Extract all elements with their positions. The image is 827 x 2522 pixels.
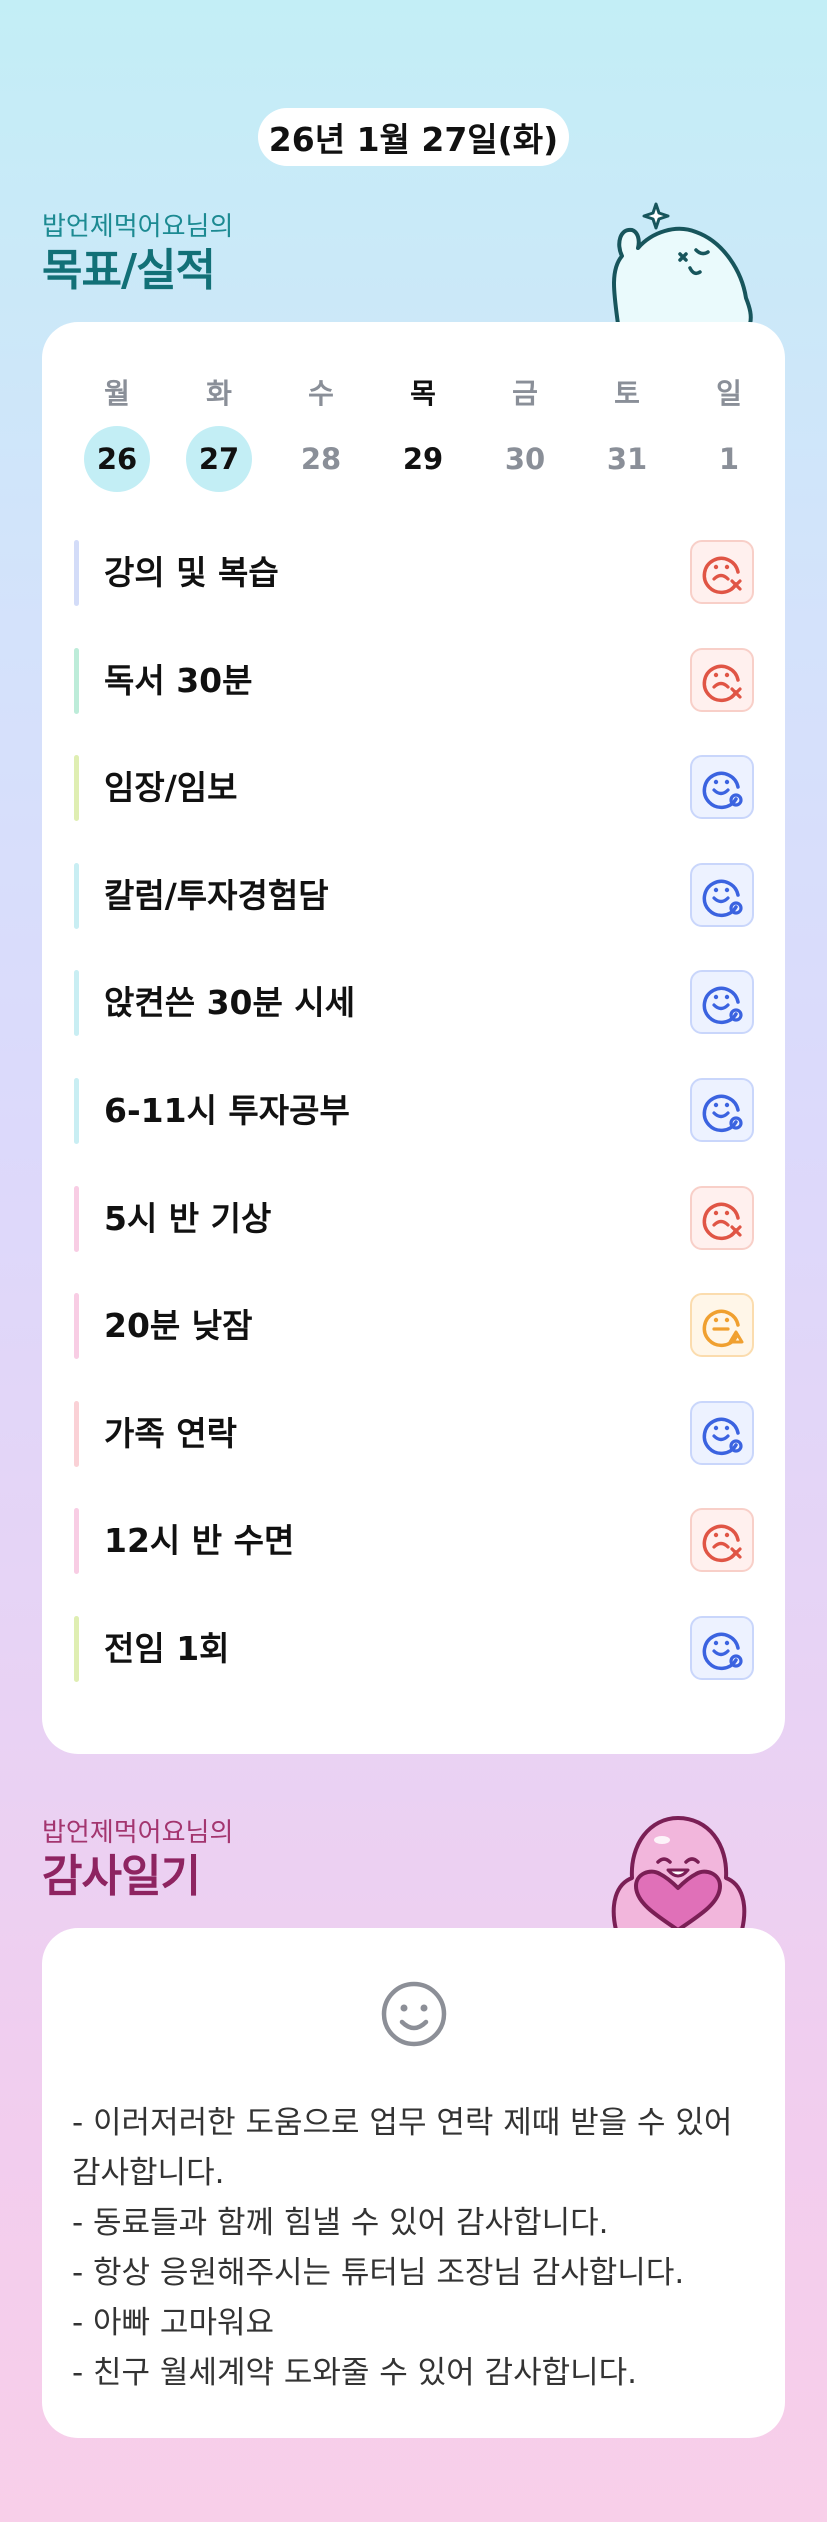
goals-section-title: 목표/실적 bbox=[42, 245, 216, 296]
goal-row[interactable]: 칼럼/투자경험담 bbox=[74, 862, 754, 929]
goal-label: 임장/임보 bbox=[104, 768, 238, 808]
goal-row[interactable]: 6-11시 투자공부 bbox=[74, 1078, 754, 1144]
gratitude-entry: - 항상 응원해주시는 튜터님 조장님 감사합니다. bbox=[72, 2255, 685, 2291]
goal-status-sad-x-icon[interactable] bbox=[690, 1185, 754, 1250]
goal-color-bar bbox=[74, 1078, 79, 1144]
weekday-mon: 월 bbox=[104, 377, 130, 410]
goal-color-bar bbox=[74, 1185, 79, 1252]
goal-row[interactable]: 앉켠쓴 30분 시세 bbox=[74, 970, 754, 1037]
date-cell-1[interactable]: 1 bbox=[696, 426, 762, 492]
goal-color-bar bbox=[74, 1400, 79, 1467]
gratitude-entry: - 친구 월세계약 도와줄 수 있어 감사합니다. bbox=[72, 2355, 638, 2391]
goal-status-sad-x-icon[interactable] bbox=[690, 540, 754, 604]
goal-color-bar bbox=[74, 1508, 79, 1575]
gratitude-section-title: 감사일기 bbox=[42, 1851, 201, 1902]
goal-color-bar bbox=[74, 1293, 79, 1360]
goal-label: 전임 1회 bbox=[104, 1629, 230, 1668]
gratitude-entries: - 이러저러한 도움으로 업무 연락 제때 받을 수 있어 감사합니다. - 동… bbox=[72, 2098, 762, 2398]
goal-label: 칼럼/투자경험담 bbox=[104, 875, 329, 915]
goal-status-sad-x-icon[interactable] bbox=[690, 1508, 754, 1573]
date-cell-29[interactable]: 29 bbox=[390, 426, 456, 492]
goal-row[interactable]: 12시 반 수면 bbox=[74, 1508, 754, 1575]
goal-label: 12시 반 수면 bbox=[104, 1521, 295, 1561]
goal-label: 가족 연락 bbox=[104, 1413, 237, 1453]
goal-color-bar bbox=[74, 540, 79, 606]
goal-label: 독서 30분 bbox=[104, 660, 253, 700]
goal-status-smile-o-icon[interactable] bbox=[690, 755, 754, 820]
weekday-tue: 화 bbox=[206, 377, 232, 410]
goal-status-smile-o-icon[interactable] bbox=[690, 970, 754, 1035]
goal-status-smile-o-icon[interactable] bbox=[690, 1616, 754, 1680]
smile-face-icon bbox=[381, 1981, 447, 2047]
ghost-mascot-icon bbox=[612, 202, 753, 324]
goal-color-bar bbox=[74, 1616, 79, 1682]
goal-status-smile-o-icon[interactable] bbox=[690, 862, 754, 927]
goal-color-bar bbox=[74, 970, 79, 1037]
goal-color-bar bbox=[74, 647, 79, 714]
goal-row[interactable]: 5시 반 기상 bbox=[74, 1185, 754, 1252]
goal-row[interactable]: 독서 30분 bbox=[74, 647, 754, 714]
date-row: 26 27 28 29 30 31 1 bbox=[66, 426, 780, 492]
goal-color-bar bbox=[74, 862, 79, 929]
goal-row[interactable]: 전임 1회 bbox=[74, 1616, 754, 1682]
goal-status-sad-x-icon[interactable] bbox=[690, 647, 754, 712]
goal-label: 6-11시 투자공부 bbox=[104, 1091, 350, 1130]
date-pill[interactable]: 26년 1월 27일(화) bbox=[258, 108, 569, 166]
weekday-sun: 일 bbox=[716, 377, 742, 410]
goal-row[interactable]: 가족 연락 bbox=[74, 1400, 754, 1467]
goals-card: 월 화 수 목 금 토 일 26 27 28 29 30 31 1 강의 및 복… bbox=[42, 322, 785, 1754]
goal-status-neutral-triangle-icon[interactable] bbox=[690, 1293, 754, 1358]
weekday-row: 월 화 수 목 금 토 일 bbox=[66, 372, 780, 412]
goal-row[interactable]: 임장/임보 bbox=[74, 755, 754, 822]
goal-row[interactable]: 강의 및 복습 bbox=[74, 540, 754, 606]
goal-status-smile-o-icon[interactable] bbox=[690, 1078, 754, 1142]
gratitude-entry: - 이러저러한 도움으로 업무 연락 제때 받을 수 있어 감사합니다. bbox=[72, 2105, 733, 2191]
goal-color-bar bbox=[74, 755, 79, 822]
date-cell-26[interactable]: 26 bbox=[84, 426, 150, 492]
weekday-wed: 수 bbox=[308, 377, 334, 410]
date-cell-31[interactable]: 31 bbox=[594, 426, 660, 492]
heart-ghost-mascot-icon bbox=[611, 1816, 747, 1930]
goal-row[interactable]: 20분 낮잠 bbox=[74, 1293, 754, 1360]
goal-label: 강의 및 복습 bbox=[104, 553, 279, 592]
date-cell-27[interactable]: 27 bbox=[186, 426, 252, 492]
goal-status-smile-o-icon[interactable] bbox=[690, 1400, 754, 1465]
weekday-fri: 금 bbox=[512, 377, 538, 410]
goal-label: 앉켠쓴 30분 시세 bbox=[104, 983, 356, 1023]
gratitude-card: - 이러저러한 도움으로 업무 연락 제때 받을 수 있어 감사합니다. - 동… bbox=[42, 1928, 785, 2438]
date-cell-30[interactable]: 30 bbox=[492, 426, 558, 492]
weekday-sat: 토 bbox=[614, 377, 640, 410]
gratitude-entry: - 아빠 고마워요 bbox=[72, 2305, 275, 2341]
date-cell-28[interactable]: 28 bbox=[288, 426, 354, 492]
goal-label: 20분 낮잠 bbox=[104, 1306, 253, 1346]
weekday-thu: 목 bbox=[410, 377, 436, 410]
current-date: 26년 1월 27일(화) bbox=[268, 120, 559, 159]
goal-label: 5시 반 기상 bbox=[104, 1198, 272, 1238]
gratitude-entry: - 동료들과 함께 힘낼 수 있어 감사합니다. bbox=[72, 2205, 609, 2241]
